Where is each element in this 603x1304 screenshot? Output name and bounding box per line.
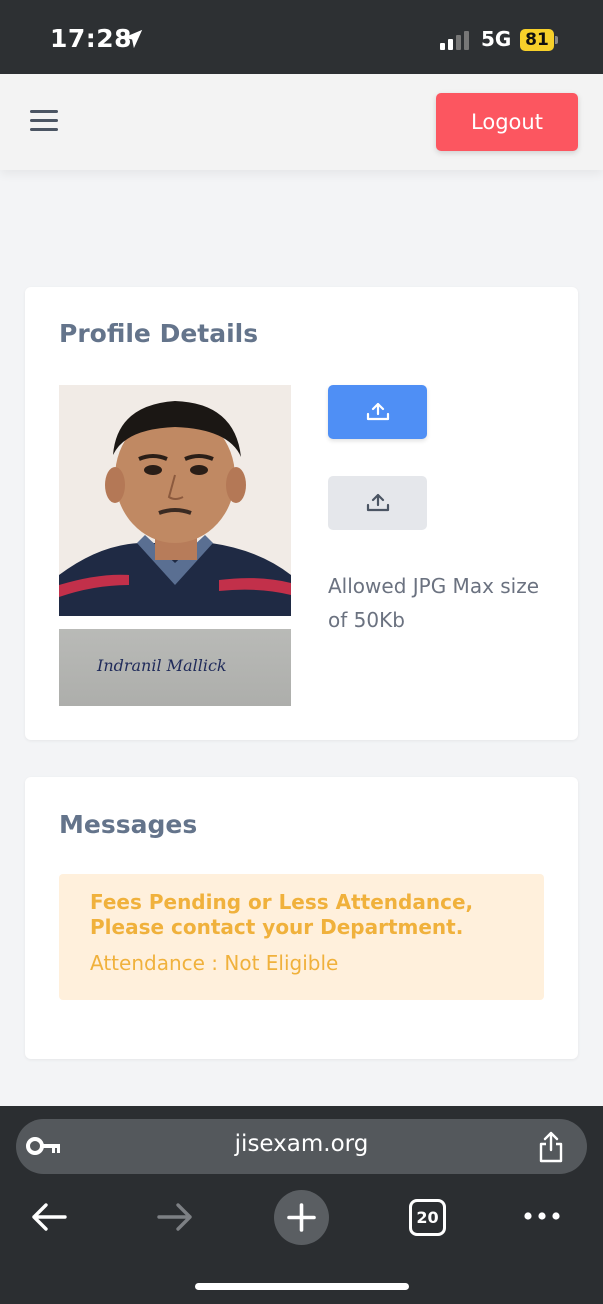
upload-signature-button[interactable] — [328, 476, 427, 530]
menu-line — [30, 128, 58, 131]
battery-icon: 81 — [520, 29, 558, 51]
menu-line — [30, 110, 58, 113]
status-time: 17:28 — [50, 24, 133, 53]
warning-alert: Fees Pending or Less Attendance, Please … — [59, 874, 544, 1000]
more-icon[interactable] — [522, 1209, 562, 1223]
alert-title: Fees Pending or Less Attendance, Please … — [90, 890, 474, 939]
alert-detail: Attendance : Not Eligible — [90, 951, 339, 975]
menu-icon[interactable] — [30, 110, 58, 134]
profile-photo-image — [59, 385, 291, 616]
profile-card: Profile Details Indranil Mallick Allowed… — [25, 287, 578, 740]
upload-note: Allowed JPG Max size of 50Kb — [328, 574, 540, 632]
plus-icon — [287, 1203, 316, 1232]
url-text[interactable]: jisexam.org — [0, 1131, 603, 1157]
signature-text: Indranil Mallick — [96, 656, 227, 675]
tab-count-button[interactable]: 20 — [409, 1199, 446, 1236]
back-arrow-icon[interactable] — [30, 1200, 68, 1234]
share-icon[interactable] — [537, 1130, 565, 1164]
network-label: 5G — [481, 27, 512, 51]
messages-card: Messages Fees Pending or Less Attendance… — [25, 777, 578, 1059]
location-arrow-icon — [123, 29, 143, 49]
profile-photo — [59, 385, 291, 616]
signal-icon — [440, 31, 469, 50]
upload-icon — [366, 402, 389, 421]
forward-arrow-icon[interactable] — [156, 1200, 194, 1234]
menu-line — [30, 119, 58, 122]
logout-button[interactable]: Logout — [436, 93, 578, 151]
new-tab-button[interactable] — [274, 1190, 329, 1245]
status-bar: 17:28 5G 81 — [0, 0, 603, 74]
battery-cap — [555, 36, 558, 44]
signature-image: Indranil Mallick — [59, 629, 291, 706]
battery-level: 81 — [520, 29, 554, 51]
profile-title: Profile Details — [59, 319, 259, 348]
upload-icon — [366, 493, 389, 512]
messages-title: Messages — [59, 810, 198, 839]
signature-drawing: Indranil Mallick — [96, 656, 227, 675]
upload-photo-button[interactable] — [328, 385, 427, 439]
home-indicator — [195, 1283, 409, 1290]
